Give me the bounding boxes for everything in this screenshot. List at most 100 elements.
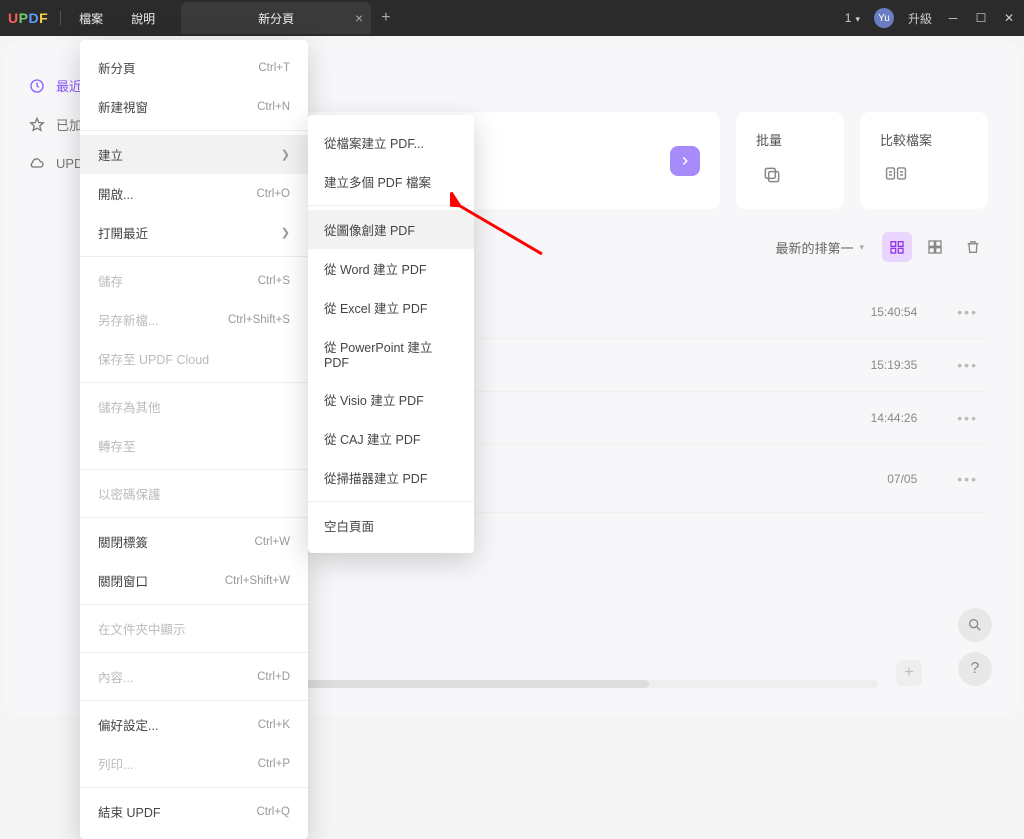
menu-item-label: 關閉窗口	[98, 571, 148, 590]
help-button[interactable]: ?	[958, 652, 992, 686]
menu-item-label: 結束 UPDF	[98, 802, 161, 821]
counter-badge[interactable]: 1▾	[845, 11, 860, 25]
separator	[60, 11, 61, 25]
menu-shortcut: Ctrl+Q	[256, 806, 290, 818]
more-icon[interactable]: •••	[957, 471, 978, 487]
compare-icon	[880, 159, 912, 191]
menu-item-label: 新建視窗	[98, 97, 148, 116]
menu-shortcut: Ctrl+K	[258, 719, 290, 731]
menu-item: 列印... Ctrl+P	[80, 744, 308, 783]
menu-item-label: 偏好設定...	[98, 715, 158, 734]
menu-separator	[80, 604, 308, 605]
menu-item-label: 儲存	[98, 271, 123, 290]
chevron-right-icon: ❯	[281, 226, 290, 239]
batch-icon	[756, 159, 788, 191]
tab-title: 新分頁	[258, 10, 294, 27]
tab-new-page[interactable]: 新分頁 ×	[181, 2, 371, 34]
menu-shortcut: Ctrl+S	[258, 275, 290, 287]
file-time: 07/05	[887, 472, 917, 486]
batch-card[interactable]: 批量	[736, 112, 844, 209]
star-icon	[28, 116, 46, 134]
menu-item[interactable]: 偏好設定... Ctrl+K	[80, 705, 308, 744]
more-icon[interactable]: •••	[957, 357, 978, 373]
menu-shortcut: Ctrl+Shift+W	[225, 575, 290, 587]
submenu-item[interactable]: 從 Word 建立 PDF	[308, 249, 474, 288]
view-grid-button[interactable]	[920, 232, 950, 262]
menu-file[interactable]: 檔案	[65, 4, 117, 33]
menu-help[interactable]: 說明	[117, 4, 169, 33]
view-toggle	[882, 232, 988, 262]
menu-item: 以密碼保護	[80, 474, 308, 513]
menu-item[interactable]: 關閉窗口 Ctrl+Shift+W	[80, 561, 308, 600]
view-list-button[interactable]	[882, 232, 912, 262]
menu-item-label: 儲存為其他	[98, 397, 161, 416]
menu-item-label: 開啟...	[98, 184, 133, 203]
submenu-item[interactable]: 從 Visio 建立 PDF	[308, 380, 474, 419]
menu-item: 轉存至	[80, 426, 308, 465]
menu-item[interactable]: 建立❯	[80, 135, 308, 174]
menu-item-label: 建立	[98, 145, 123, 164]
submenu-item[interactable]: 從 PowerPoint 建立 PDF	[308, 327, 474, 380]
submenu-item[interactable]: 從 CAJ 建立 PDF	[308, 419, 474, 458]
menu-shortcut: Ctrl+D	[257, 671, 290, 683]
sidebar-item-label: 最近	[56, 76, 82, 95]
menu-item: 儲存 Ctrl+S	[80, 261, 308, 300]
menu-item: 在文件夾中顯示	[80, 609, 308, 648]
submenu-item[interactable]: 從圖像創建 PDF	[308, 210, 474, 249]
menu-separator	[80, 652, 308, 653]
delete-button[interactable]	[958, 232, 988, 262]
menu-item-label: 轉存至	[98, 436, 136, 455]
menu-item-label: 在文件夾中顯示	[98, 619, 186, 638]
menu-item: 儲存為其他	[80, 387, 308, 426]
menu-item[interactable]: 開啟... Ctrl+O	[80, 174, 308, 213]
window-minimize-icon[interactable]: ─	[946, 11, 960, 25]
card-title: 批量	[756, 130, 824, 149]
menu-item[interactable]: 新分頁Ctrl+T	[80, 48, 308, 87]
horizontal-scrollbar[interactable]	[276, 680, 878, 688]
menu-separator	[308, 205, 474, 206]
menu-item-label: 關閉標簽	[98, 532, 148, 551]
file-time: 14:44:26	[871, 411, 918, 425]
menu-item-label: 以密碼保護	[98, 484, 161, 503]
submenu-item[interactable]: 從檔案建立 PDF...	[308, 123, 474, 162]
search-button[interactable]	[958, 608, 992, 642]
avatar[interactable]: Yu	[874, 8, 894, 28]
menu-item-label: 列印...	[98, 754, 133, 773]
menu-item[interactable]: 新建視窗 Ctrl+N	[80, 87, 308, 126]
card-title: 比較檔案	[880, 130, 968, 149]
menu-item-label: 另存新檔...	[98, 310, 158, 329]
menu-shortcut: Ctrl+O	[256, 188, 290, 200]
menu-shortcut: Ctrl+N	[257, 101, 290, 113]
menu-separator	[80, 517, 308, 518]
submenu-item[interactable]: 空白頁面	[308, 506, 474, 545]
submenu-item[interactable]: 從 Excel 建立 PDF	[308, 288, 474, 327]
menu-item-label: 新分頁	[98, 58, 136, 77]
menu-item[interactable]: 關閉標簽Ctrl+W	[80, 522, 308, 561]
menu-separator	[80, 130, 308, 131]
more-icon[interactable]: •••	[957, 410, 978, 426]
submenu-item[interactable]: 從掃描器建立 PDF	[308, 458, 474, 497]
menu-shortcut: Ctrl+Shift+S	[228, 314, 290, 326]
menu-separator	[80, 256, 308, 257]
menu-shortcut: Ctrl+P	[258, 758, 290, 770]
menu-item: 保存至 UPDF Cloud	[80, 339, 308, 378]
menu-separator	[80, 469, 308, 470]
upgrade-button[interactable]: 升級	[908, 10, 932, 27]
file-menu-dropdown: 新分頁Ctrl+T新建視窗Ctrl+N建立❯開啟...Ctrl+O打開最近❯儲存…	[80, 40, 308, 839]
menu-item-label: 內容...	[98, 667, 133, 686]
clock-icon	[28, 77, 46, 95]
window-maximize-icon[interactable]: ☐	[974, 11, 988, 25]
more-icon[interactable]: •••	[957, 304, 978, 320]
compare-card[interactable]: 比較檔案	[860, 112, 988, 209]
add-file-button[interactable]: +	[896, 660, 922, 686]
sort-dropdown[interactable]: 最新的排第一 ▾	[775, 238, 864, 257]
open-file-icon[interactable]	[670, 146, 700, 176]
tab-close-icon[interactable]: ×	[355, 10, 363, 26]
menu-item[interactable]: 結束 UPDF Ctrl+Q	[80, 792, 308, 831]
window-close-icon[interactable]: ✕	[1002, 11, 1016, 25]
scrollbar-thumb[interactable]	[276, 680, 649, 688]
new-tab-button[interactable]: +	[381, 9, 390, 27]
create-submenu: 從檔案建立 PDF...建立多個 PDF 檔案從圖像創建 PDF從 Word 建…	[308, 115, 474, 553]
submenu-item[interactable]: 建立多個 PDF 檔案	[308, 162, 474, 201]
menu-item[interactable]: 打開最近❯	[80, 213, 308, 252]
